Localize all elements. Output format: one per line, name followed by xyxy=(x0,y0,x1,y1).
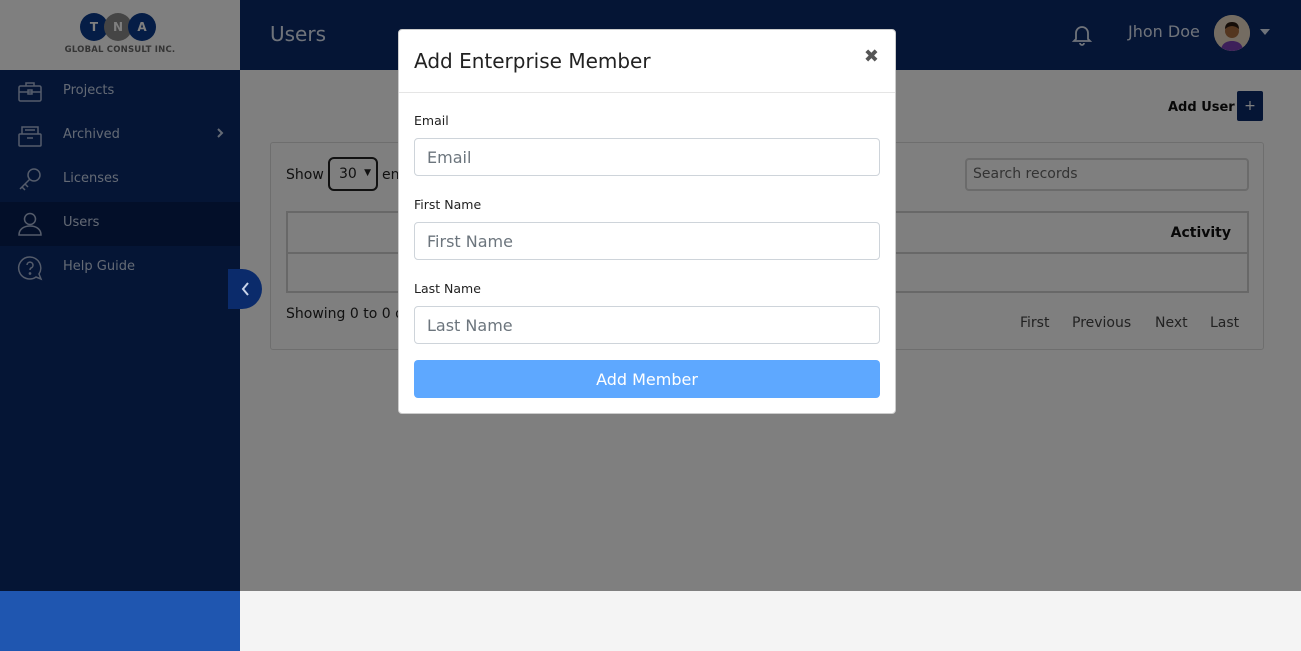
chevron-left-icon xyxy=(241,282,249,296)
sidebar-footer xyxy=(0,591,240,651)
last-name-label: Last Name xyxy=(414,281,481,296)
modal-divider xyxy=(399,92,895,93)
email-label: Email xyxy=(414,113,449,128)
last-name-field[interactable] xyxy=(414,306,880,344)
sidebar-collapse-toggle[interactable] xyxy=(228,269,262,309)
email-field[interactable] xyxy=(414,138,880,176)
first-name-field[interactable] xyxy=(414,222,880,260)
first-name-label: First Name xyxy=(414,197,482,212)
modal-title: Add Enterprise Member xyxy=(414,49,651,73)
add-member-modal: Add Enterprise Member ✖ Email First Name… xyxy=(398,29,896,414)
add-member-button[interactable]: Add Member xyxy=(414,360,880,398)
close-icon[interactable]: ✖ xyxy=(864,46,879,67)
